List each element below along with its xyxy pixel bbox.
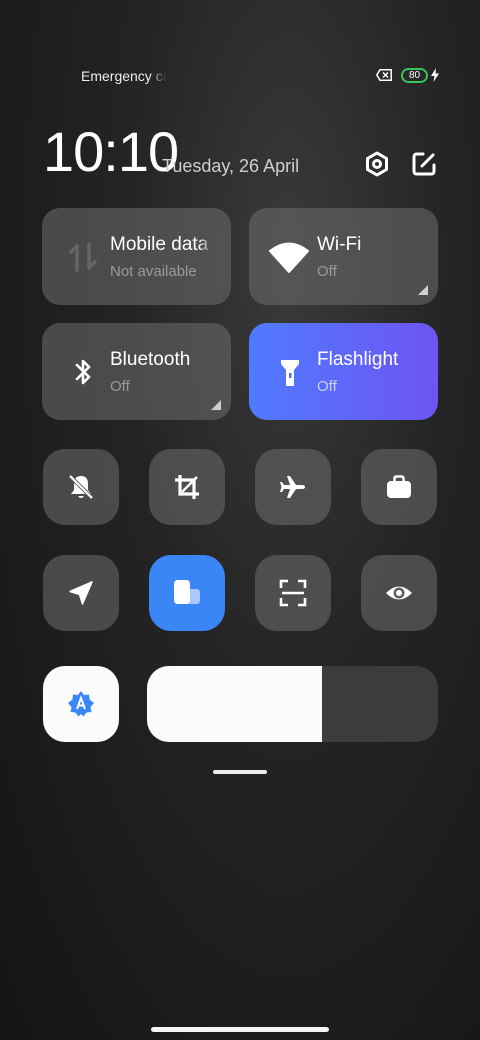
date-label: Tuesday, 26 April [162, 156, 300, 176]
carrier-label: Emergency calls only [81, 68, 167, 84]
brightness-level [147, 666, 322, 742]
airplane-icon [280, 476, 305, 498]
mobile-data-tile[interactable]: Mobile data Not available [42, 208, 231, 305]
reading-mode-icon [386, 586, 412, 600]
auto-brightness-icon [68, 691, 94, 717]
wifi-tile[interactable]: Wi-Fi Off [249, 208, 438, 305]
floating-window-toggle[interactable] [149, 555, 225, 631]
flashlight-status: Off [317, 378, 337, 395]
bluetooth-status: Off [110, 378, 130, 395]
home-indicator[interactable] [151, 1027, 329, 1032]
mute-toggle[interactable] [43, 449, 119, 525]
location-icon [69, 581, 93, 605]
work-mode-icon [387, 475, 411, 498]
bluetooth-icon [75, 359, 91, 385]
settings-icon[interactable] [363, 150, 391, 178]
work-mode-toggle[interactable] [361, 449, 437, 525]
floating-window-icon [174, 580, 200, 604]
scanner-icon [279, 579, 307, 607]
battery-level: 80 [408, 70, 421, 81]
airplane-mode-toggle[interactable] [255, 449, 331, 525]
mobile-data-status: Not available [110, 263, 197, 280]
location-toggle[interactable] [43, 555, 119, 631]
bluetooth-tile[interactable]: Bluetooth Off [42, 323, 231, 420]
wifi-status: Off [317, 263, 337, 280]
flashlight-title: Flashlight [317, 349, 399, 370]
mobile-data-title: Mobile data [110, 234, 209, 255]
flashlight-icon [281, 360, 299, 386]
panel-drag-handle[interactable] [213, 770, 267, 774]
reading-mode-toggle[interactable] [361, 555, 437, 631]
screenshot-toggle[interactable] [149, 449, 225, 525]
flashlight-tile[interactable]: Flashlight Off [249, 323, 438, 420]
bluetooth-title: Bluetooth [110, 349, 191, 370]
brightness-slider[interactable] [147, 666, 438, 742]
mobile-data-icon [69, 242, 97, 272]
wifi-icon [269, 242, 309, 273]
status-bar: Emergency calls only 80 [0, 66, 480, 88]
auto-brightness-toggle[interactable] [43, 666, 119, 742]
expand-corner-icon[interactable] [418, 285, 428, 295]
expand-corner-icon[interactable] [211, 400, 221, 410]
wifi-title: Wi-Fi [317, 234, 362, 255]
screenshot-crop-icon [175, 475, 199, 499]
mute-icon [68, 474, 94, 500]
edit-icon[interactable] [410, 150, 438, 178]
clock: 10:10 [43, 120, 179, 183]
battery-indicator: 80 [401, 68, 428, 83]
charging-icon [431, 68, 439, 82]
no-sim-icon [376, 69, 392, 81]
scanner-toggle[interactable] [255, 555, 331, 631]
